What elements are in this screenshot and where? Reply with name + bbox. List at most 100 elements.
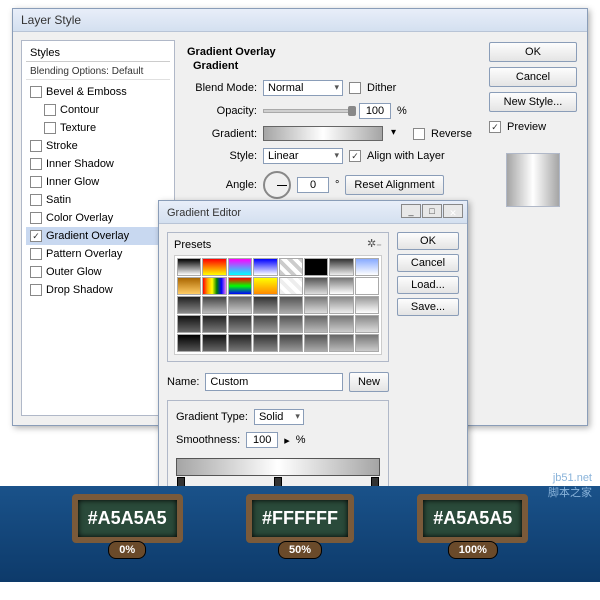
preset-swatch[interactable] xyxy=(253,315,277,333)
style-item-color-overlay[interactable]: Color Overlay xyxy=(26,209,170,227)
preset-swatch[interactable] xyxy=(304,315,328,333)
style-checkbox[interactable] xyxy=(30,230,42,242)
style-item-stroke[interactable]: Stroke xyxy=(26,137,170,155)
preview-checkbox[interactable] xyxy=(489,121,501,133)
style-checkbox[interactable] xyxy=(30,194,42,206)
gear-icon[interactable]: ✲₋ xyxy=(367,237,382,250)
preset-swatch[interactable] xyxy=(253,296,277,314)
preset-swatch[interactable] xyxy=(228,258,252,276)
smoothness-value[interactable]: 100 xyxy=(246,432,278,448)
deg-unit: ° xyxy=(335,179,339,191)
ge-cancel-button[interactable]: Cancel xyxy=(397,254,459,272)
preset-swatch[interactable] xyxy=(329,334,353,352)
preset-swatch[interactable] xyxy=(177,296,201,314)
style-checkbox[interactable] xyxy=(30,266,42,278)
new-style-button[interactable]: New Style... xyxy=(489,92,577,112)
preset-swatch[interactable] xyxy=(177,315,201,333)
ge-load-button[interactable]: Load... xyxy=(397,276,459,294)
preset-swatch[interactable] xyxy=(329,296,353,314)
gradient-ramp[interactable] xyxy=(176,458,380,476)
close-icon[interactable]: ✕ xyxy=(443,204,463,218)
reverse-checkbox[interactable] xyxy=(413,128,425,140)
preset-swatch[interactable] xyxy=(329,277,353,295)
preset-swatch[interactable] xyxy=(228,315,252,333)
preset-swatch[interactable] xyxy=(279,315,303,333)
opacity-value[interactable]: 100 xyxy=(359,103,391,119)
minimize-icon[interactable]: _ xyxy=(401,204,421,218)
style-checkbox[interactable] xyxy=(44,104,56,116)
preset-swatch[interactable] xyxy=(329,258,353,276)
preset-swatch[interactable] xyxy=(279,334,303,352)
angle-value[interactable]: 0 xyxy=(297,177,329,193)
preset-swatch[interactable] xyxy=(202,277,226,295)
style-item-inner-glow[interactable]: Inner Glow xyxy=(26,173,170,191)
preset-swatch[interactable] xyxy=(279,277,303,295)
preset-swatch[interactable] xyxy=(177,258,201,276)
preset-swatch[interactable] xyxy=(228,296,252,314)
angle-dial[interactable] xyxy=(263,171,291,199)
preset-swatch[interactable] xyxy=(202,296,226,314)
preset-swatch[interactable] xyxy=(304,277,328,295)
preset-swatch[interactable] xyxy=(177,334,201,352)
preset-swatch[interactable] xyxy=(279,258,303,276)
name-label: Name: xyxy=(167,376,199,388)
style-checkbox[interactable] xyxy=(30,158,42,170)
style-checkbox[interactable] xyxy=(30,212,42,224)
preset-swatch[interactable] xyxy=(329,315,353,333)
preset-swatch[interactable] xyxy=(202,258,226,276)
reset-alignment-button[interactable]: Reset Alignment xyxy=(345,175,443,195)
watermark: jb51.net脚本之家 xyxy=(548,471,592,500)
style-item-bevel-emboss[interactable]: Bevel & Emboss xyxy=(26,83,170,101)
style-checkbox[interactable] xyxy=(44,122,56,134)
preset-swatch[interactable] xyxy=(304,334,328,352)
style-item-inner-shadow[interactable]: Inner Shadow xyxy=(26,155,170,173)
style-item-texture[interactable]: Texture xyxy=(26,119,170,137)
preset-swatch[interactable] xyxy=(202,334,226,352)
ge-save-button[interactable]: Save... xyxy=(397,298,459,316)
preset-swatch[interactable] xyxy=(355,258,379,276)
gradient-picker[interactable] xyxy=(263,126,383,141)
preset-swatch[interactable] xyxy=(228,334,252,352)
style-item-pattern-overlay[interactable]: Pattern Overlay xyxy=(26,245,170,263)
blendmode-select[interactable]: Normal xyxy=(263,80,343,96)
name-input[interactable]: Custom xyxy=(205,373,343,391)
preset-swatch[interactable] xyxy=(304,296,328,314)
ok-button[interactable]: OK xyxy=(489,42,577,62)
style-item-contour[interactable]: Contour xyxy=(26,101,170,119)
style-item-drop-shadow[interactable]: Drop Shadow xyxy=(26,281,170,299)
style-checkbox[interactable] xyxy=(30,176,42,188)
style-checkbox[interactable] xyxy=(30,140,42,152)
preset-swatch[interactable] xyxy=(355,334,379,352)
style-select[interactable]: Linear xyxy=(263,148,343,164)
preset-swatch[interactable] xyxy=(253,258,277,276)
maximize-icon[interactable]: □ xyxy=(422,204,442,218)
gradient-editor-titlebar[interactable]: Gradient Editor _ □ ✕ xyxy=(159,201,467,224)
preset-swatch[interactable] xyxy=(355,315,379,333)
opacity-slider[interactable] xyxy=(263,109,353,113)
style-checkbox[interactable] xyxy=(30,284,42,296)
preset-swatch[interactable] xyxy=(253,334,277,352)
preset-swatch[interactable] xyxy=(202,315,226,333)
preset-swatch[interactable] xyxy=(355,277,379,295)
preset-swatch[interactable] xyxy=(304,258,328,276)
preset-swatch[interactable] xyxy=(355,296,379,314)
gradient-type-select[interactable]: Solid xyxy=(254,409,304,425)
blending-options[interactable]: Blending Options: Default xyxy=(26,64,170,80)
preset-swatch[interactable] xyxy=(177,277,201,295)
cancel-button[interactable]: Cancel xyxy=(489,67,577,87)
style-checkbox[interactable] xyxy=(30,248,42,260)
dither-checkbox[interactable] xyxy=(349,82,361,94)
new-button[interactable]: New xyxy=(349,372,389,392)
style-item-outer-glow[interactable]: Outer Glow xyxy=(26,263,170,281)
style-checkbox[interactable] xyxy=(30,86,42,98)
style-label: Texture xyxy=(60,122,96,134)
align-checkbox[interactable] xyxy=(349,150,361,162)
presets-frame: Presets ✲₋ xyxy=(167,232,389,362)
preset-swatch[interactable] xyxy=(228,277,252,295)
layer-style-titlebar[interactable]: Layer Style xyxy=(13,9,587,32)
preset-swatch[interactable] xyxy=(253,277,277,295)
style-item-gradient-overlay[interactable]: Gradient Overlay xyxy=(26,227,170,245)
ge-ok-button[interactable]: OK xyxy=(397,232,459,250)
style-item-satin[interactable]: Satin xyxy=(26,191,170,209)
preset-swatch[interactable] xyxy=(279,296,303,314)
